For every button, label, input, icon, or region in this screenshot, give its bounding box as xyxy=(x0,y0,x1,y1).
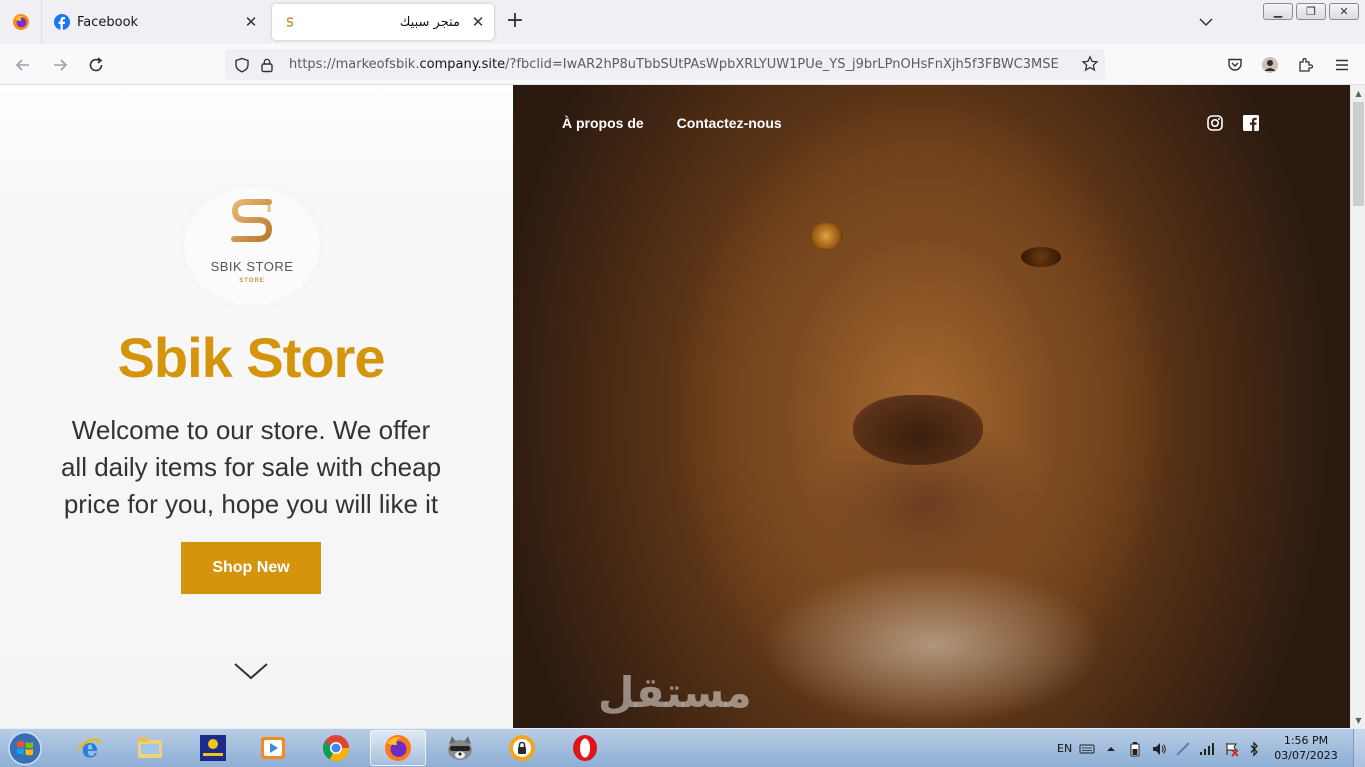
taskbar-internet-explorer-icon[interactable]: e xyxy=(62,730,118,766)
logo-s-mark-icon xyxy=(231,199,273,242)
taskbar-raccoon-app-icon[interactable] xyxy=(432,730,488,766)
back-arrow-icon[interactable] xyxy=(10,52,36,78)
nav-link-about[interactable]: À propos de xyxy=(562,115,644,131)
new-tab-plus-icon[interactable]: + xyxy=(503,10,527,34)
clock-date: 03/07/2023 xyxy=(1274,749,1338,762)
hero-left-panel: SBIK STORE STORE Sbik Store Welcome to o… xyxy=(0,85,513,728)
page-scrollbar[interactable]: ▲ ▼ xyxy=(1350,85,1365,728)
taskbar-pixel-app-icon[interactable] xyxy=(185,730,241,766)
show-hidden-icons-arrow-icon[interactable] xyxy=(1106,729,1116,767)
minimize-window-icon[interactable]: ▁ xyxy=(1263,3,1293,20)
site-top-nav: À propos de Contactez-nous xyxy=(562,115,782,131)
store-logo[interactable]: SBIK STORE STORE xyxy=(184,187,320,305)
tab-label: متجر سبيك xyxy=(399,14,460,30)
facebook-favicon-icon xyxy=(54,14,70,30)
firefox-menu-icon[interactable] xyxy=(0,0,42,44)
tracking-protection-shield-icon[interactable] xyxy=(234,57,250,73)
tray-language[interactable]: EN xyxy=(1057,729,1072,767)
url-bar[interactable]: https://markeofsbik.company.site/?fbclid… xyxy=(225,49,1105,80)
svg-text:e: e xyxy=(82,734,99,763)
mostaql-watermark: مستقل xyxy=(598,668,752,717)
logo-subtitle: STORE xyxy=(239,278,265,284)
forward-arrow-icon[interactable] xyxy=(47,52,73,78)
sbik-favicon-icon xyxy=(282,14,298,30)
windows-taskbar: e EN 1:56 PM 03/07/2023 xyxy=(0,728,1365,767)
battery-icon[interactable] xyxy=(1129,729,1141,767)
list-all-tabs-chevron-icon[interactable] xyxy=(1196,12,1216,32)
taskbar-firefox-icon[interactable] xyxy=(370,730,426,766)
page-viewport: SBIK STORE STORE Sbik Store Welcome to o… xyxy=(0,85,1350,728)
show-desktop-button[interactable] xyxy=(1353,729,1365,767)
nav-link-contact[interactable]: Contactez-nous xyxy=(677,115,782,131)
instagram-icon[interactable] xyxy=(1206,114,1224,132)
scrollbar-thumb[interactable] xyxy=(1353,102,1364,206)
account-avatar-icon[interactable] xyxy=(1261,56,1279,74)
windows-start-button[interactable] xyxy=(3,730,47,767)
tab-label: Facebook xyxy=(77,14,139,30)
volume-icon[interactable] xyxy=(1151,729,1167,767)
pen-tool-icon[interactable] xyxy=(1175,729,1191,767)
lion-right-eye xyxy=(1021,247,1061,267)
padlock-icon[interactable] xyxy=(259,57,275,73)
bookmark-star-icon[interactable] xyxy=(1081,55,1099,73)
keyboard-icon[interactable] xyxy=(1079,729,1095,767)
hero-lion-image: À propos de Contactez-nous مستقل xyxy=(513,85,1350,728)
taskbar-chrome-icon[interactable] xyxy=(308,730,364,766)
close-tab-icon[interactable]: ✕ xyxy=(239,10,263,34)
restore-window-icon[interactable]: ❐ xyxy=(1296,3,1326,20)
window-controls: ▁ ❐ ✕ xyxy=(1263,3,1359,20)
taskbar-media-player-icon[interactable] xyxy=(245,730,301,766)
taskbar-vpn-app-icon[interactable] xyxy=(494,730,550,766)
action-center-flag-icon[interactable] xyxy=(1224,729,1240,767)
close-tab-icon[interactable]: ✕ xyxy=(466,10,490,34)
network-signal-icon[interactable] xyxy=(1199,729,1215,767)
taskbar-file-explorer-icon[interactable] xyxy=(122,730,178,766)
lion-left-eye xyxy=(809,223,843,249)
url-text[interactable]: https://markeofsbik.company.site/?fbclid… xyxy=(289,57,1059,72)
clock-time: 1:56 PM xyxy=(1283,734,1329,747)
browser-navigation-bar: https://markeofsbik.company.site/?fbclid… xyxy=(0,44,1365,85)
taskbar-clock[interactable]: 1:56 PM 03/07/2023 xyxy=(1272,733,1340,763)
lion-nose xyxy=(853,395,983,465)
bluetooth-icon[interactable] xyxy=(1248,729,1260,767)
browser-tab-strip: Facebook ✕ متجر سبيك ✕ + ▁ ❐ ✕ xyxy=(0,0,1365,44)
scroll-up-arrow-icon[interactable]: ▲ xyxy=(1351,85,1365,101)
taskbar-opera-icon[interactable] xyxy=(557,730,613,766)
pocket-icon[interactable] xyxy=(1226,56,1244,74)
reload-icon[interactable] xyxy=(83,52,109,78)
scroll-down-chevron-icon[interactable] xyxy=(233,660,269,682)
hamburger-menu-icon[interactable] xyxy=(1333,56,1351,74)
scroll-down-arrow-icon[interactable]: ▼ xyxy=(1351,712,1365,728)
facebook-icon[interactable] xyxy=(1242,114,1260,132)
tab-sbik-store[interactable]: متجر سبيك ✕ xyxy=(272,4,494,40)
shop-new-button[interactable]: Shop New xyxy=(181,542,321,594)
tab-facebook[interactable]: Facebook ✕ xyxy=(45,4,267,40)
logo-name: SBIK STORE xyxy=(210,259,294,274)
store-title: Sbik Store xyxy=(117,326,386,389)
welcome-text: Welcome to our store. We offer all daily… xyxy=(60,415,442,519)
close-window-icon[interactable]: ✕ xyxy=(1329,3,1359,20)
extensions-puzzle-icon[interactable] xyxy=(1297,56,1315,74)
